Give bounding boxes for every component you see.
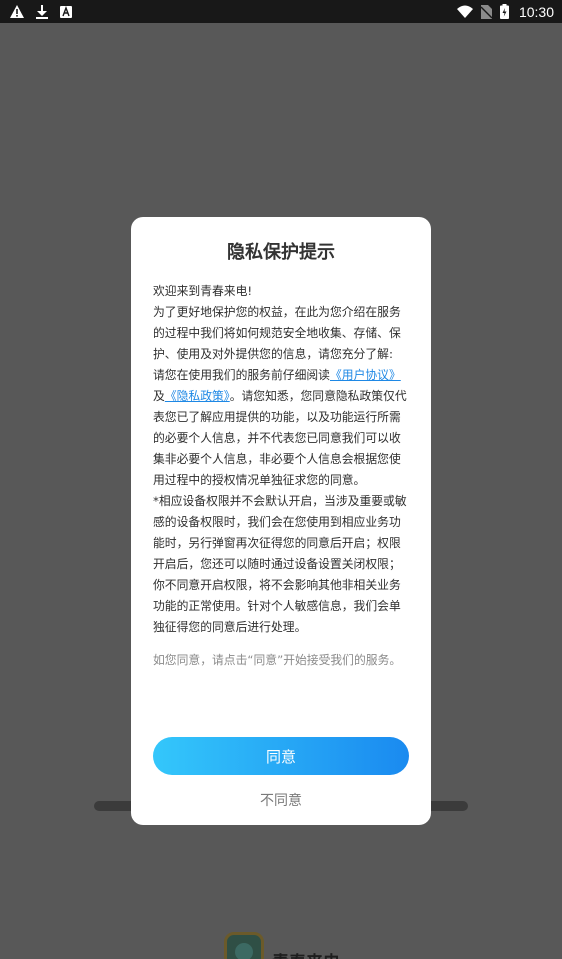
app-logo-icon [224, 931, 264, 959]
battery-icon [499, 4, 509, 19]
policy-text-suffix: 。请您知悉，您同意隐私政策仅代表您已了解应用提供的功能，以及功能运行所需的必要个… [153, 389, 407, 487]
and-text: 及 [153, 389, 165, 403]
permission-text: *相应设备权限并不会默认开启，当涉及重要或敏感的设备权限时，我们会在您使用到相应… [153, 494, 407, 634]
download-icon [36, 4, 48, 19]
no-sim-icon [480, 4, 492, 19]
status-left-icons [10, 4, 72, 19]
status-bar: 10:30 [0, 0, 562, 23]
alert-icon [10, 5, 24, 18]
dialog-body: 欢迎来到青春来电! 为了更好地保护您的权益，在此为您介绍在服务的过程中我们将如何… [153, 281, 409, 638]
policy-text-prefix: 请您在使用我们的服务前仔细阅读 [153, 368, 330, 382]
privacy-dialog: 隐私保护提示 欢迎来到青春来电! 为了更好地保护您的权益，在此为您介绍在服务的过… [131, 217, 431, 825]
a-box-icon [60, 5, 72, 18]
status-right-icons: 10:30 [456, 3, 554, 20]
user-agreement-link[interactable]: 《用户协议》 [330, 368, 401, 382]
status-time: 10:30 [518, 3, 554, 20]
agree-button[interactable]: 同意 [153, 737, 409, 775]
intro-text: 为了更好地保护您的权益，在此为您介绍在服务的过程中我们将如何规范安全地收集、存储… [153, 305, 401, 361]
privacy-policy-link[interactable]: 《隐私政策》 [165, 389, 230, 403]
app-name: 青春来电 [272, 948, 340, 959]
policy-text: 请您在使用我们的服务前仔细阅读《用户协议》及《隐私政策》。请您知悉，您同意隐私政… [153, 365, 409, 491]
consent-hint: 如您同意，请点击“同意”开始接受我们的服务。 [153, 653, 402, 667]
welcome-text: 欢迎来到青春来电! [153, 284, 253, 298]
disagree-button[interactable]: 不同意 [153, 785, 409, 815]
wifi-icon [456, 5, 473, 18]
background-brand: 青春来电 [224, 930, 340, 959]
dialog-title: 隐私保护提示 [227, 242, 335, 263]
